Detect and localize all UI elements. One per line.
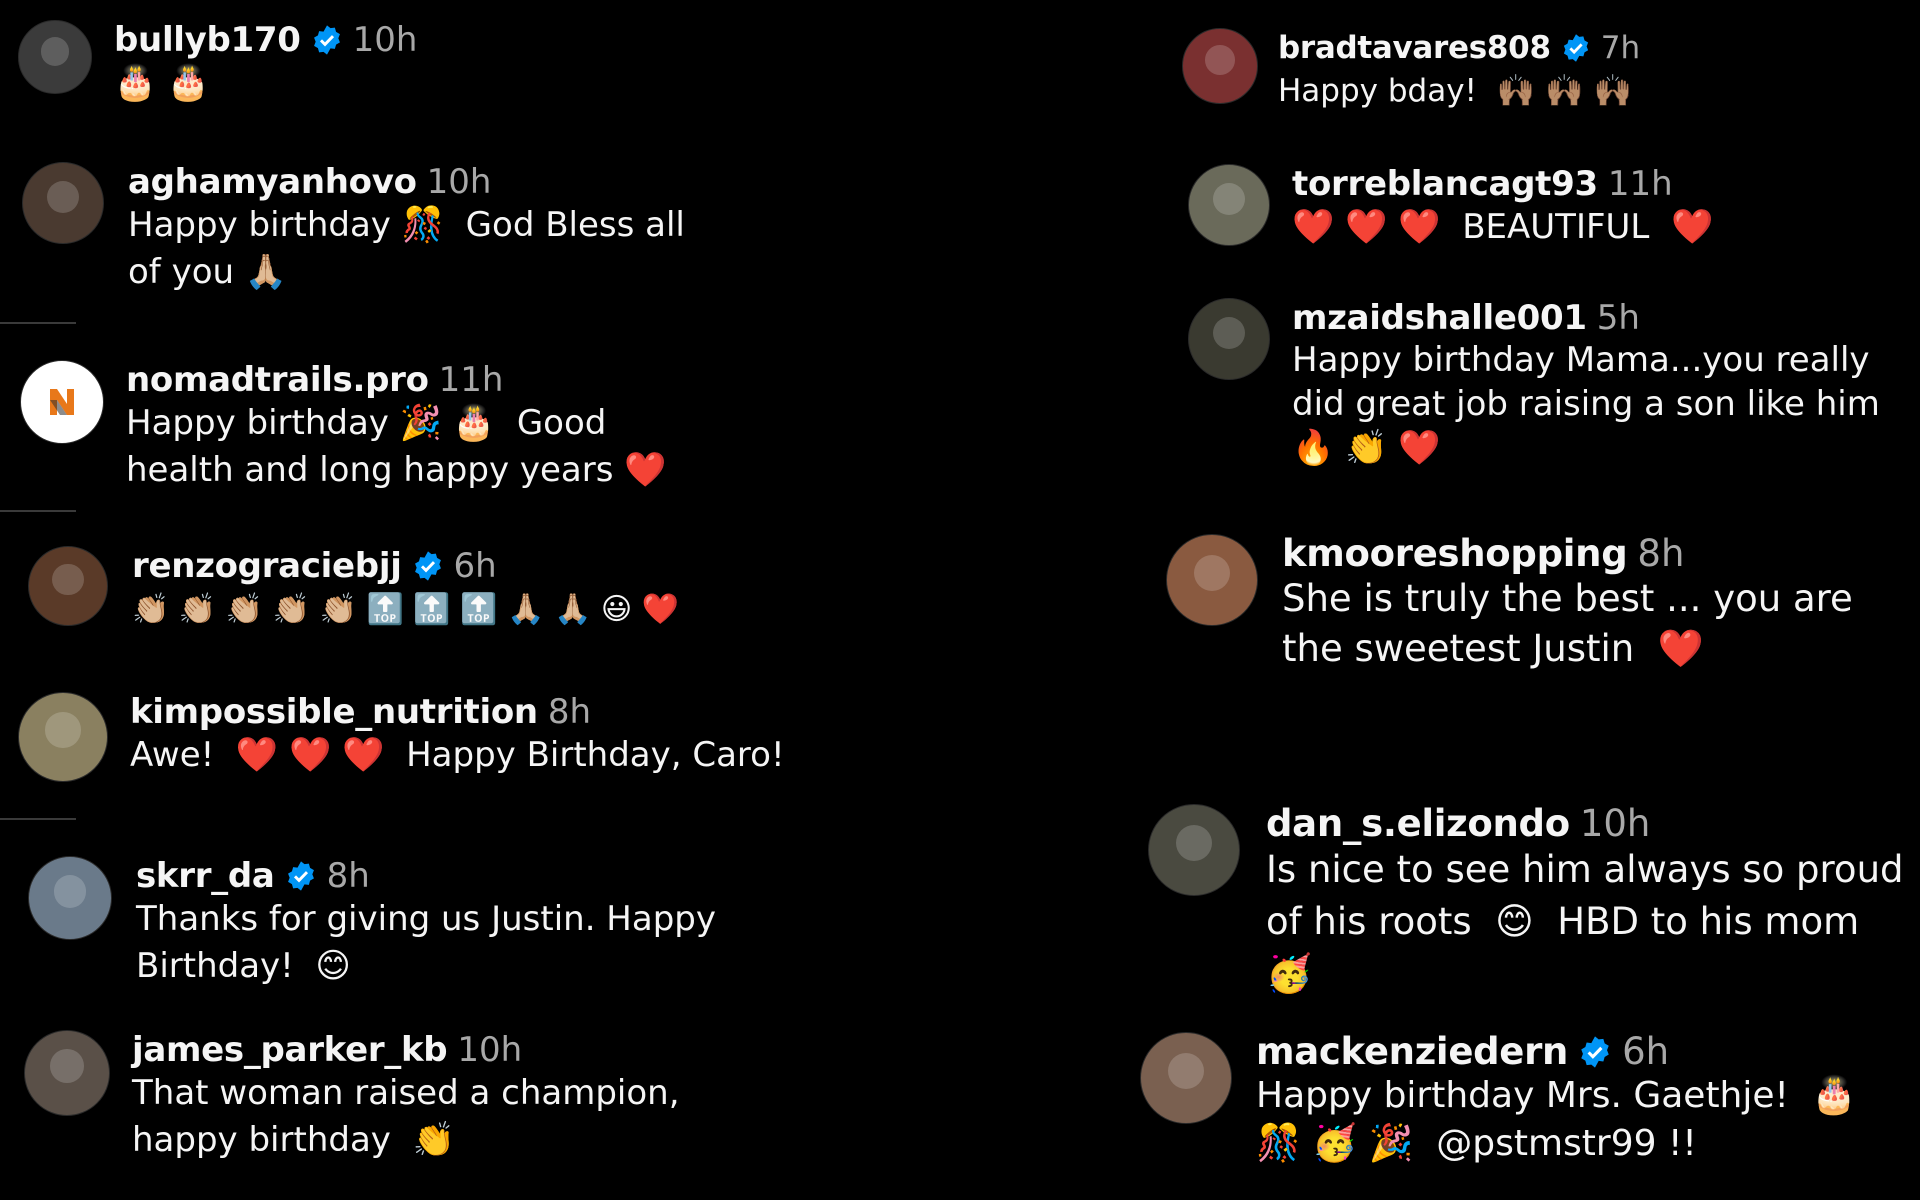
timestamp: 11h [438,360,504,400]
timestamp: 8h [547,692,592,732]
username[interactable]: skrr_da [136,856,275,896]
comment-text: She is truly the best ... you are the sw… [1282,577,1865,670]
avatar[interactable] [24,1030,110,1116]
comment-left-5: skrr_da 8h Thanks for giving us Justin. … [28,856,776,990]
comment-left-3: renzograciebjj 6h 👏🏼 👏🏼 👏🏼 👏🏼 👏🏼 🔝 🔝 🔝 🙏… [28,546,772,633]
comment-text: ❤️ ❤️ ❤️ BEAUTIFUL ❤️ [1292,207,1714,247]
divider [0,322,76,324]
comment-left-4: kimpossible_nutrition 8h Awe! ❤️ ❤️ ❤️ H… [18,692,785,782]
avatar[interactable] [1166,534,1258,626]
timestamp: 10h [426,162,492,202]
avatar[interactable] [1188,164,1270,246]
username[interactable]: nomadtrails.pro [126,360,429,400]
divider [0,818,76,820]
comment-text: Happy birthday Mama...you really did gre… [1292,340,1891,468]
avatar[interactable] [20,360,104,444]
comment-left-2: nomadtrails.pro 11h Happy birthday 🎉 🎂 G… [20,360,766,494]
timestamp: 8h [326,856,370,896]
comment-right-4: dan_s.elizondo 10h Is nice to see him al… [1148,804,1906,1000]
comment-left-0: bullyb170 10h 🎂 🎂 [18,20,754,107]
verified-badge-icon [313,25,340,55]
username[interactable]: mzaidshalle001 [1292,298,1587,338]
verified-badge-icon [1581,1036,1609,1068]
comment-right-3: kmooreshopping 8h She is truly the best … [1166,534,1920,674]
comment-text: That woman raised a champion, happy birt… [132,1073,691,1160]
username[interactable]: kimpossible_nutrition [130,692,538,732]
username[interactable]: bradtavares808 [1278,28,1551,68]
avatar[interactable] [1182,28,1258,104]
timestamp: 5h [1596,298,1640,338]
username[interactable]: bullyb170 [114,20,301,60]
avatar[interactable] [28,546,108,626]
comment-left-6: james_parker_kb 10h That woman raised a … [24,1030,772,1164]
comment-text: Happy birthday Mrs. Gaethje! 🎂 🎊 🥳 🎉 @ps… [1256,1075,1869,1164]
username[interactable]: james_parker_kb [132,1030,448,1070]
username[interactable]: dan_s.elizondo [1266,804,1570,844]
avatar[interactable] [1148,804,1240,896]
comment-text: Is nice to see him always so proud of hi… [1266,848,1916,995]
username[interactable]: torreblancagt93 [1292,164,1598,204]
username[interactable]: kmooreshopping [1282,534,1628,574]
timestamp: 10h [1579,802,1651,845]
avatar[interactable] [22,162,104,244]
avatar[interactable] [18,692,108,782]
verified-badge-icon [414,551,441,581]
timestamp: 6h [1622,1030,1670,1073]
comment-right-2: mzaidshalle001 5h Happy birthday Mama...… [1188,298,1920,470]
timestamp: 7h [1600,30,1641,66]
avatar[interactable] [1188,298,1270,380]
comment-text: 🎂 🎂 [114,63,210,103]
brand-logo-icon [50,389,74,415]
timestamp: 10h [352,20,418,60]
verified-badge-icon [287,861,314,891]
timestamp: 6h [453,546,497,586]
comment-text: Happy bday! 🙌🏽 🙌🏽 🙌🏽 [1278,73,1633,109]
comment-text: 👏🏼 👏🏼 👏🏼 👏🏼 👏🏼 🔝 🔝 🔝 🙏🏼 🙏🏼 😃 ❤️ [132,592,680,627]
comment-right-0: bradtavares808 7h Happy bday! 🙌🏽 🙌🏽 🙌🏽 [1182,28,1918,115]
divider [0,510,76,512]
comment-text: Happy birthday 🎉 🎂 Good health and long … [126,403,667,490]
comment-text: Thanks for giving us Justin. Happy Birth… [136,899,727,986]
username[interactable]: aghamyanhovo [128,162,417,202]
timestamp: 10h [457,1030,523,1070]
comment-left-1: aghamyanhovo 10h Happy birthday 🎊 God Bl… [22,162,768,296]
comment-right-5: mackenziedern 6h Happy birthday Mrs. Gae… [1140,1032,1896,1168]
comment-right-1: torreblancagt93 11h ❤️ ❤️ ❤️ BEAUTIFUL ❤… [1188,164,1920,251]
username[interactable]: renzograciebjj [132,546,402,586]
timestamp: 8h [1637,532,1685,575]
avatar[interactable] [18,20,92,94]
avatar[interactable] [28,856,112,940]
username[interactable]: mackenziedern [1256,1032,1568,1072]
avatar[interactable] [1140,1032,1232,1124]
timestamp: 11h [1607,164,1673,204]
verified-badge-icon [1563,34,1588,62]
comment-text: Awe! ❤️ ❤️ ❤️ Happy Birthday, Caro! [130,735,785,775]
comment-text: Happy birthday 🎊 God Bless all of you 🙏🏼 [128,205,696,292]
